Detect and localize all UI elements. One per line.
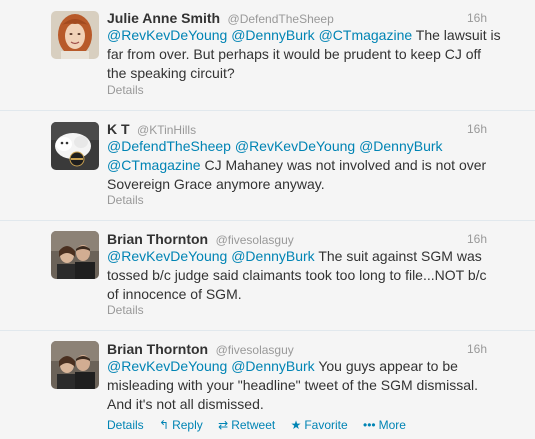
- username[interactable]: @DefendTheSheep: [228, 12, 334, 26]
- reply-arrow-icon: ↰: [159, 418, 170, 432]
- mention-link[interactable]: @DennyBurk: [231, 248, 314, 264]
- tweet-actions: Details: [107, 192, 156, 208]
- tweet-header: K T @KTinHills 16h: [107, 120, 487, 138]
- tweet-actions: Details ↰ Reply ⇄ Retweet ★ Favorite ••• Mor…: [107, 417, 418, 433]
- tweet-text: @RevKevDeYoung @DennyBurk @CTmagazine Th…: [107, 26, 501, 83]
- timestamp[interactable]: 16h: [467, 340, 487, 358]
- retweet-icon: ⇄: [218, 418, 229, 432]
- fullname[interactable]: Julie Anne Smith: [107, 10, 220, 26]
- avatar[interactable]: [51, 231, 99, 279]
- tweet-header: Julie Anne Smith @DefendTheSheep 16h: [107, 9, 487, 27]
- fullname[interactable]: Brian Thornton: [107, 231, 208, 247]
- username[interactable]: @KTinHills: [137, 123, 196, 137]
- fullname[interactable]: K T: [107, 121, 130, 137]
- mention-link[interactable]: @DennyBurk: [359, 138, 442, 154]
- reply-label: Reply: [172, 418, 203, 432]
- mention-link[interactable]: @RevKevDeYoung: [107, 27, 227, 43]
- timestamp[interactable]: 16h: [467, 120, 487, 138]
- tweet[interactable]: K T @KTinHills 16h @DefendTheSheep @RevK…: [0, 111, 535, 221]
- tweet-header: Brian Thornton @fivesolasguy 16h: [107, 230, 487, 248]
- tweet-actions: Details: [107, 302, 156, 318]
- dots-icon: •••: [363, 418, 376, 432]
- reply-button[interactable]: ↰ Reply: [159, 418, 203, 432]
- avatar[interactable]: [51, 122, 99, 170]
- timeline: Julie Anne Smith @DefendTheSheep 16h @Re…: [0, 0, 535, 439]
- favorite-button[interactable]: ★ Favorite: [291, 418, 348, 432]
- timestamp[interactable]: 16h: [467, 9, 487, 27]
- username[interactable]: @fivesolasguy: [216, 233, 294, 247]
- details-link[interactable]: Details: [107, 418, 144, 432]
- mention-link[interactable]: @DefendTheSheep: [107, 138, 231, 154]
- mention-link[interactable]: @RevKevDeYoung: [107, 248, 227, 264]
- tweet-actions: Details: [107, 82, 156, 98]
- tweet-header: Brian Thornton @fivesolasguy 16h: [107, 340, 487, 358]
- tweet-text: @RevKevDeYoung @DennyBurk The suit again…: [107, 247, 501, 304]
- mention-link[interactable]: @CTmagazine: [107, 157, 201, 173]
- mention-link[interactable]: @DennyBurk: [231, 358, 314, 374]
- username[interactable]: @fivesolasguy: [216, 343, 294, 357]
- star-icon: ★: [290, 418, 302, 432]
- tweet[interactable]: Brian Thornton @fivesolasguy 16h @RevKev…: [0, 221, 535, 331]
- tweet-text: @DefendTheSheep @RevKevDeYoung @DennyBur…: [107, 137, 501, 194]
- details-link[interactable]: Details: [107, 303, 144, 317]
- favorite-label: Favorite: [304, 418, 348, 432]
- mention-link[interactable]: @RevKevDeYoung: [235, 138, 355, 154]
- fullname[interactable]: Brian Thornton: [107, 341, 208, 357]
- details-link[interactable]: Details: [107, 83, 144, 97]
- details-link[interactable]: Details: [107, 193, 144, 207]
- tweet-text: @RevKevDeYoung @DennyBurk You guys appea…: [107, 357, 501, 414]
- tweet[interactable]: Brian Thornton @fivesolasguy 16h @RevKev…: [0, 331, 535, 439]
- retweet-label: Retweet: [231, 418, 276, 432]
- mention-link[interactable]: @CTmagazine: [319, 27, 413, 43]
- timestamp[interactable]: 16h: [467, 230, 487, 248]
- avatar[interactable]: [51, 341, 99, 389]
- more-button[interactable]: ••• More: [363, 418, 406, 432]
- tweet[interactable]: Julie Anne Smith @DefendTheSheep 16h @Re…: [0, 0, 535, 111]
- avatar[interactable]: [51, 11, 99, 59]
- mention-link[interactable]: @RevKevDeYoung: [107, 358, 227, 374]
- retweet-button[interactable]: ⇄ Retweet: [218, 418, 275, 432]
- more-label: More: [378, 418, 406, 432]
- mention-link[interactable]: @DennyBurk: [231, 27, 314, 43]
